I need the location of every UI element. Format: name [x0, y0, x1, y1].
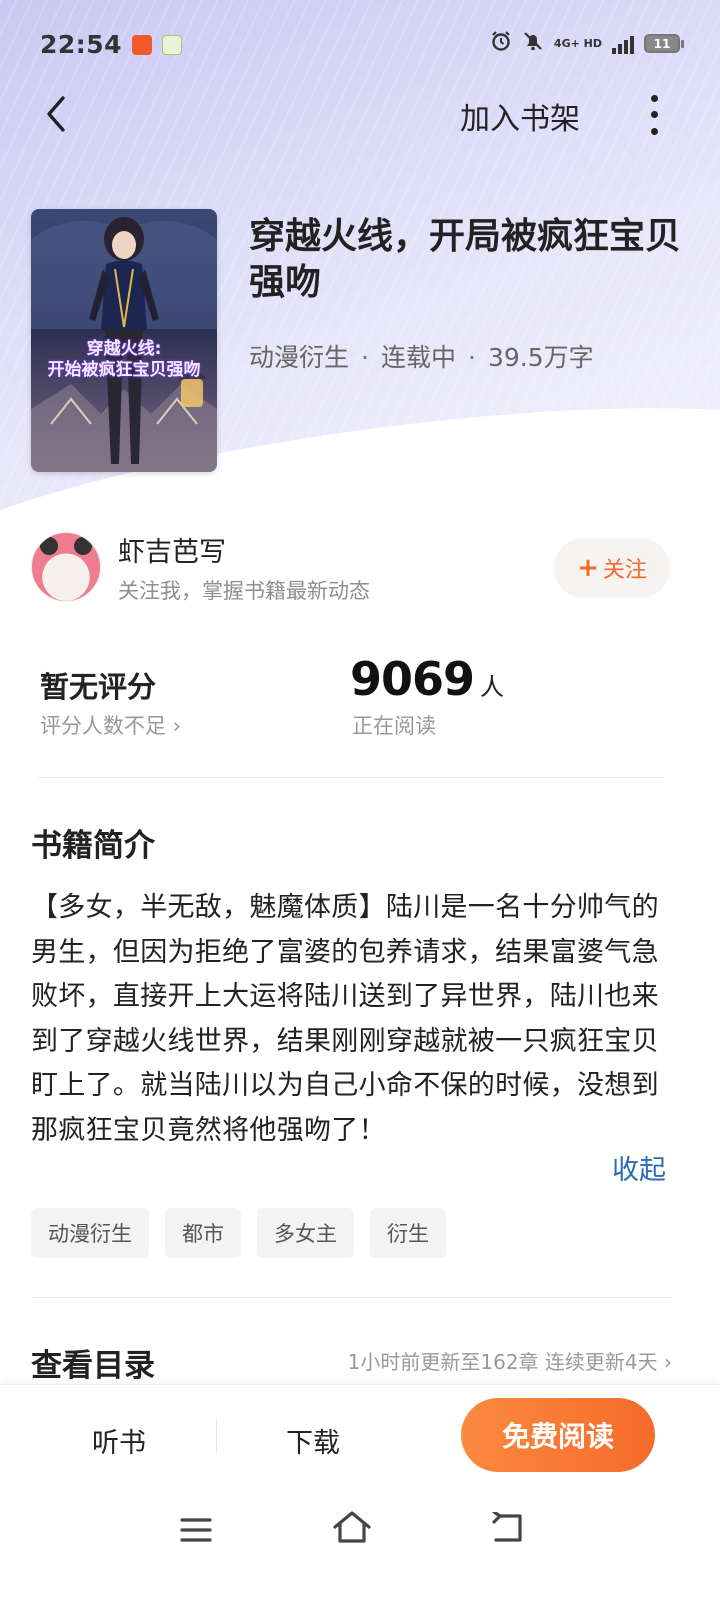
book-category: 动漫衍生 [249, 343, 350, 372]
intro-heading: 书籍简介 [31, 828, 155, 864]
readers-count: 9069 人 [350, 652, 504, 706]
status-bar: 22:54 4G+ HD 11 [0, 0, 720, 88]
download-button[interactable]: 下载 [286, 1421, 340, 1460]
top-nav: 加入书架 [0, 82, 720, 146]
readers-unit: 人 [480, 673, 505, 701]
action-separator [216, 1419, 217, 1453]
book-meta: 动漫衍生 · 连载中 · 39.5万字 [249, 338, 594, 374]
book-detail-page: 22:54 4G+ HD 11 加入书架 穿越火线: 开始被疯狂宝贝强吻 穿越火… [0, 0, 720, 1608]
catalog-update-info[interactable]: 1小时前更新至162章 连续更新4天 › [348, 1346, 672, 1375]
status-left: 22:54 [40, 30, 183, 59]
home-icon[interactable] [332, 1510, 372, 1548]
author-avatar[interactable] [31, 532, 101, 602]
cover-title-text: 穿越火线: 开始被疯狂宝贝强吻 [31, 339, 217, 381]
status-time: 22:54 [40, 30, 123, 59]
collapse-link[interactable]: 收起 [612, 1148, 666, 1187]
add-to-shelf-button[interactable]: 加入书架 [460, 94, 580, 138]
listen-button[interactable]: 听书 [92, 1421, 146, 1460]
app-notification-icon-2 [162, 34, 183, 55]
app-notification-icon [132, 34, 153, 55]
network-type: 4G+ HD [553, 37, 602, 50]
rating-note[interactable]: 评分人数不足 › [40, 710, 181, 740]
divider [31, 1297, 671, 1298]
avatar-ear-right [74, 537, 92, 555]
readers-label: 正在阅读 [352, 714, 436, 738]
tag-item[interactable]: 都市 [165, 1208, 241, 1258]
book-title: 穿越火线，开局被疯狂宝贝强吻 [249, 216, 682, 303]
readers-number: 9069 [350, 652, 475, 706]
book-word-count: 39.5万字 [487, 343, 594, 372]
catalog-heading[interactable]: 查看目录 [31, 1340, 155, 1385]
meta-separator-2: · [467, 343, 476, 372]
more-vertical-icon[interactable] [642, 90, 666, 140]
battery-icon: 11 [644, 34, 684, 53]
tag-item[interactable]: 衍生 [370, 1208, 446, 1258]
intro-text: 【多女，半无敌，魅魔体质】陆川是一名十分帅气的男生，但因为拒绝了富婆的包养请求，… [31, 892, 659, 1146]
read-free-button[interactable]: 免费阅读 [461, 1398, 655, 1472]
tag-item[interactable]: 动漫衍生 [31, 1208, 149, 1258]
book-status: 连载中 [380, 343, 456, 372]
signal-icon [612, 34, 634, 54]
follow-label: 关注 [602, 558, 647, 583]
meta-separator: · [361, 343, 369, 372]
bottom-action-bar: 听书 下载 免费阅读 [0, 1384, 720, 1488]
divider [38, 777, 663, 778]
system-nav-bar [0, 1488, 720, 1608]
alarm-icon [490, 30, 512, 57]
status-right: 4G+ HD 11 [490, 30, 684, 57]
cover-title-line1: 穿越火线: [86, 339, 162, 359]
avatar-ear-left [40, 537, 58, 555]
follow-button[interactable]: + 关注 [554, 538, 670, 598]
author-desc: 关注我，掌握书籍最新动态 [118, 579, 370, 603]
mute-bell-icon [522, 30, 544, 57]
back-button[interactable] [36, 92, 76, 136]
chevron-left-icon [47, 96, 65, 132]
tag-list: 动漫衍生 都市 多女主 衍生 [31, 1208, 446, 1258]
author-name[interactable]: 虾吉芭写 [118, 530, 226, 569]
plus-icon: + [577, 553, 599, 583]
menu-icon[interactable] [180, 1516, 212, 1548]
cover-title-line2: 开始被疯狂宝贝强吻 [47, 360, 201, 380]
system-back-icon[interactable] [490, 1510, 526, 1548]
book-cover[interactable]: 穿越火线: 开始被疯狂宝贝强吻 [31, 209, 217, 472]
tag-item[interactable]: 多女主 [257, 1208, 354, 1258]
rating-value: 暂无评分 [40, 670, 157, 704]
